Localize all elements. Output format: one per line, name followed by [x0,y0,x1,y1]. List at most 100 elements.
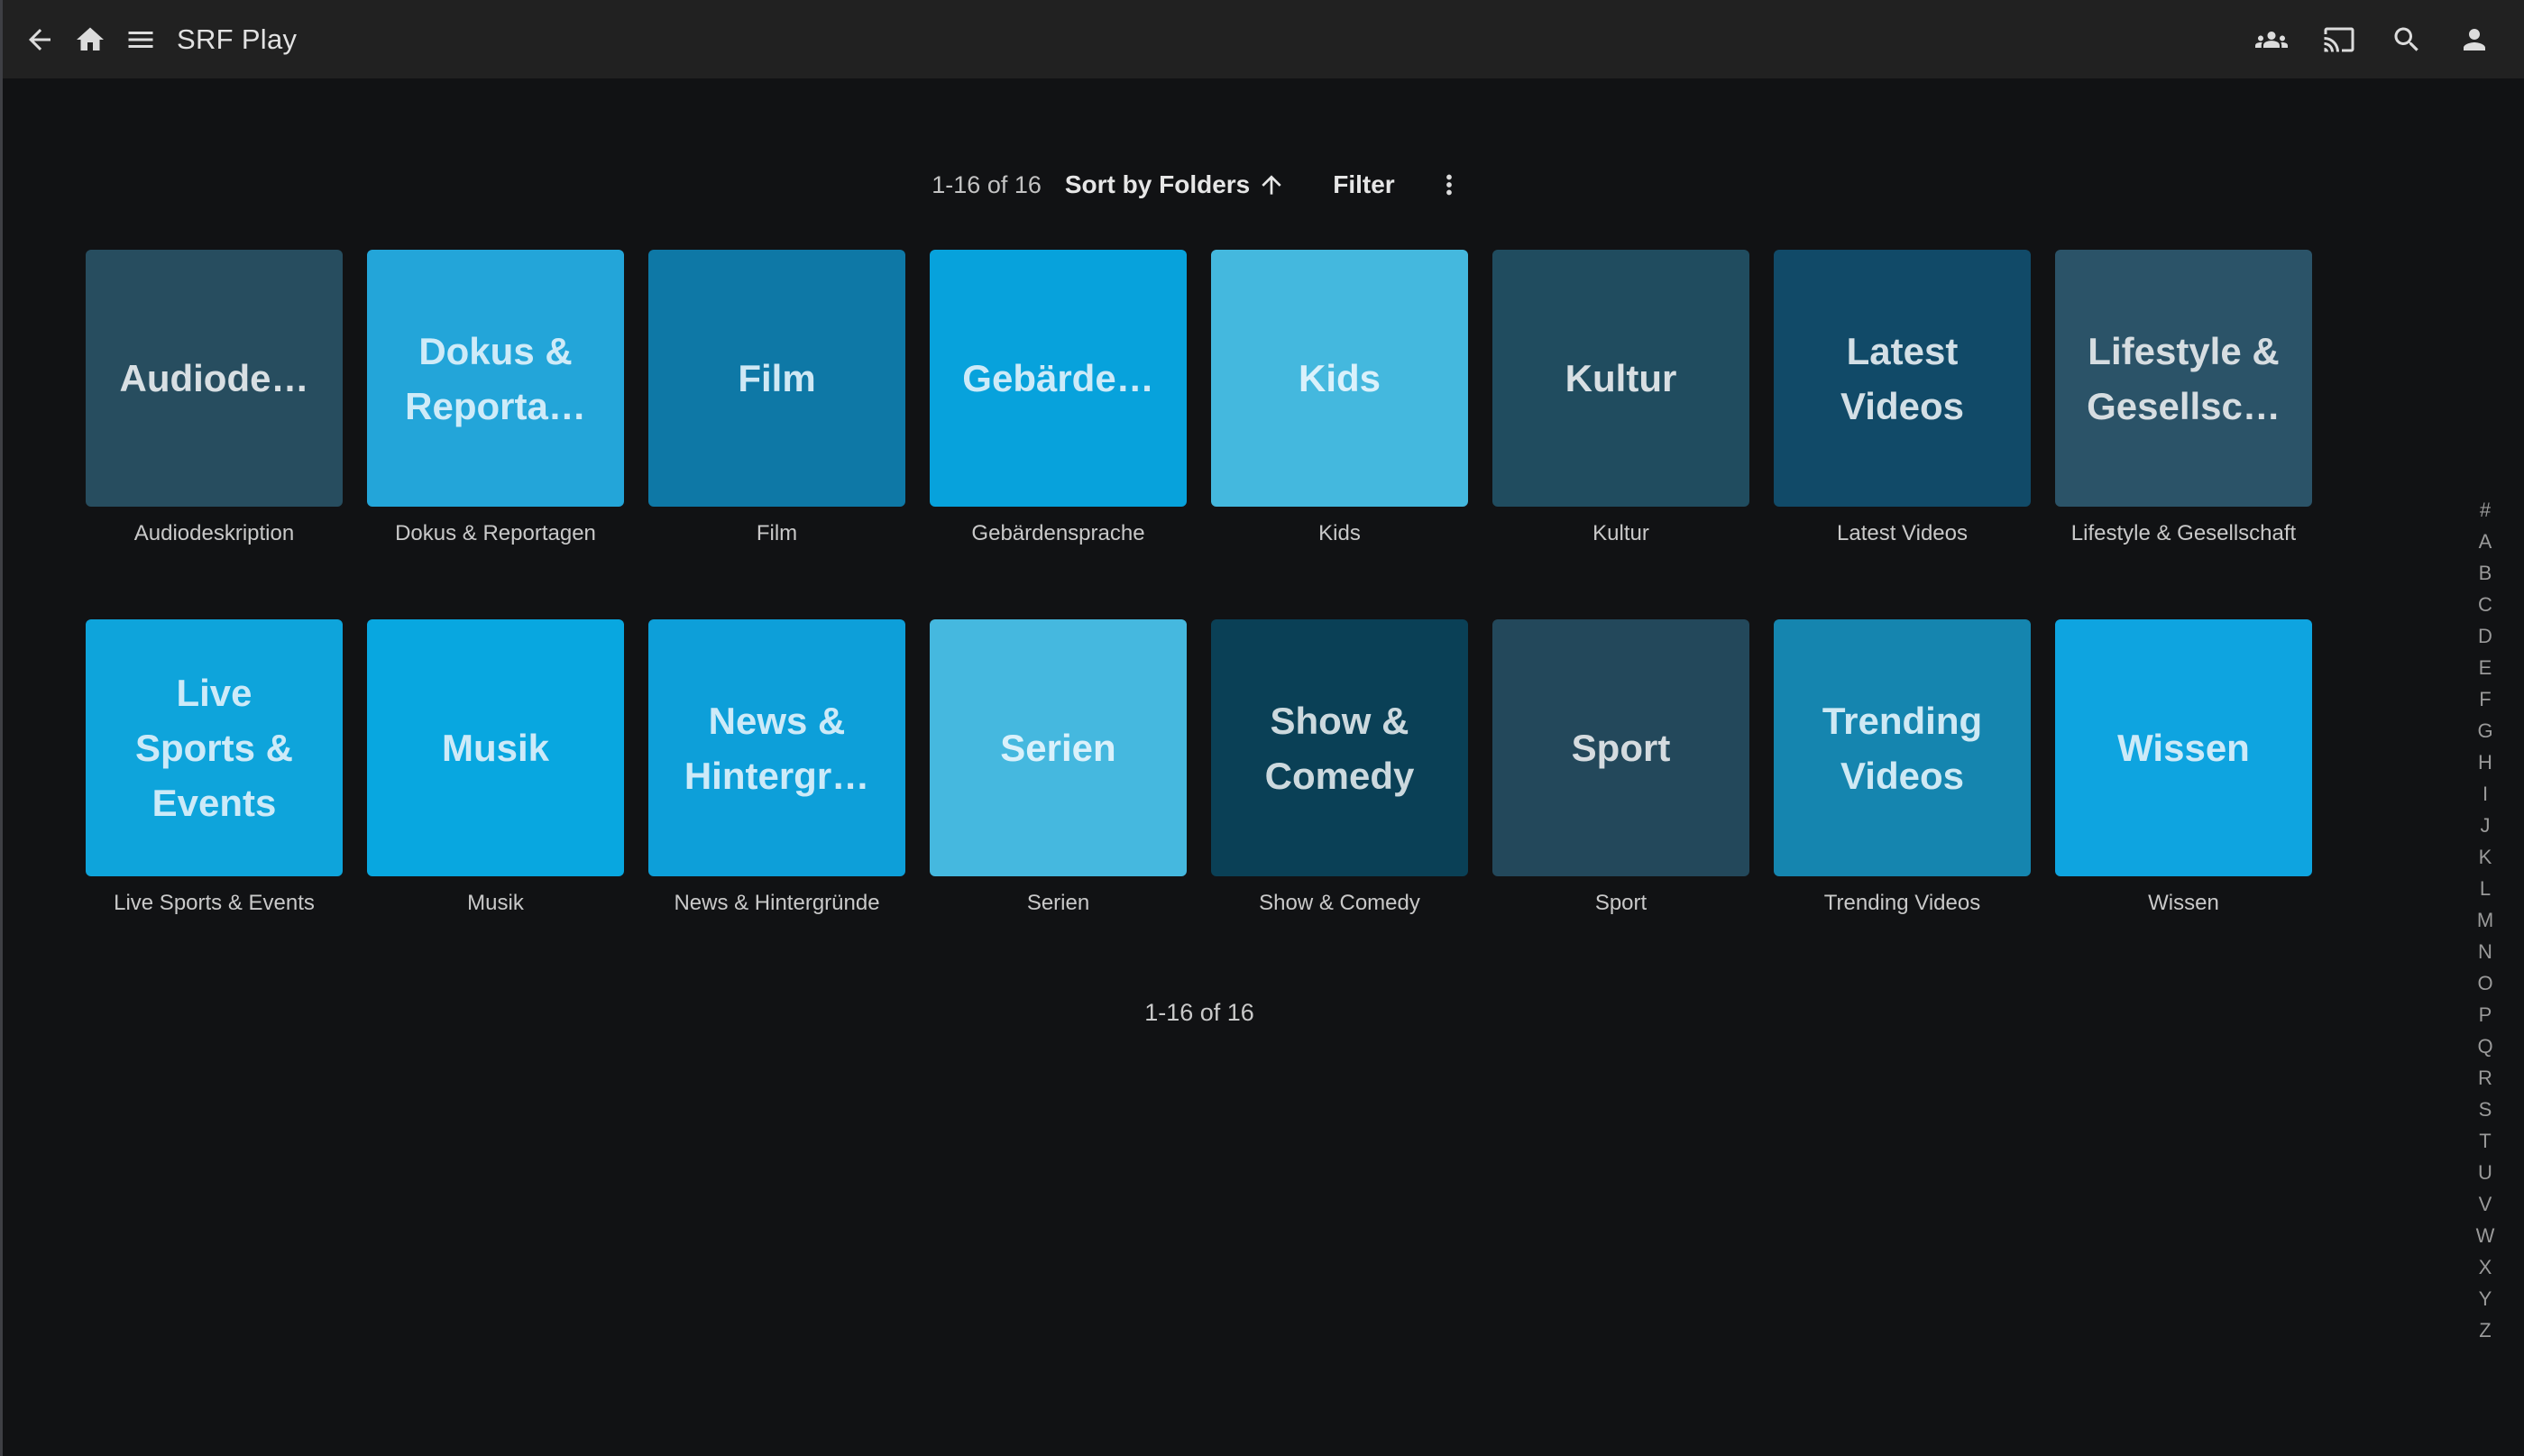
alpha-picker-letter-#[interactable]: # [2467,494,2503,526]
folder-tile-caption: Musik [367,891,624,916]
alpha-picker-letter-F[interactable]: F [2467,683,2503,715]
folder-tile-overlay-text: Dokus & Reporta… [398,324,593,434]
folder-tile-art: Film [648,250,905,507]
alpha-picker-letter-U[interactable]: U [2467,1157,2503,1188]
search-icon [2391,23,2423,56]
cast-button[interactable] [2323,23,2355,56]
folder-tile-sport[interactable]: Sport Sport [1492,619,1749,989]
folder-tile-musik[interactable]: Musik Musik [367,619,624,989]
folder-tile-art: News & Hintergr… [648,619,905,876]
folder-tile-art: Wissen [2055,619,2312,876]
folder-tile-gebärdensprache[interactable]: Gebärde… Gebärdensprache [930,250,1187,619]
home-button[interactable] [74,23,106,56]
folder-tile-art: Gebärde… [930,250,1187,507]
overflow-menu-button[interactable] [1431,167,1467,203]
user-button[interactable] [2458,23,2491,56]
folder-tile-overlay-text: Lifestyle & Gesellsc… [2079,324,2288,434]
folder-tile-serien[interactable]: Serien Serien [930,619,1187,989]
folder-tile-art: Latest Videos [1774,250,2031,507]
paging-count-bottom: 1-16 of 16 [0,999,2399,1027]
folder-tile-overlay-text: Trending Videos [1815,693,1989,803]
folder-tile-overlay-text: Wissen [2110,720,2257,775]
folder-tile-overlay-text: Audiode… [113,351,317,406]
folder-tile-overlay-text: Musik [435,720,556,775]
sort-button[interactable]: Sort by Folders [1065,170,1286,199]
folder-tile-overlay-text: Latest Videos [1833,324,1971,434]
paging-count: 1-16 of 16 [932,171,1042,199]
menu-button[interactable] [124,23,157,56]
folder-tile-caption: Live Sports & Events [86,891,343,916]
filter-button[interactable]: Filter [1333,170,1394,199]
folder-tile-caption: Trending Videos [1774,891,2031,916]
folder-tile-kultur[interactable]: Kultur Kultur [1492,250,1749,619]
folder-tile-latest-videos[interactable]: Latest Videos Latest Videos [1774,250,2031,619]
home-icon [74,23,106,56]
syncplay-button[interactable] [2255,23,2288,56]
user-icon [2458,23,2491,56]
library-grid: Audiode… Audiodeskription Dokus & Report… [86,250,2312,989]
folder-tile-wissen[interactable]: Wissen Wissen [2055,619,2312,989]
folder-tile-overlay-text: Show & Comedy [1258,693,1422,803]
folder-tile-caption: Lifestyle & Gesellschaft [2055,521,2312,546]
srf-play-library-screen: SRF Play 1-16 of 16 Sort by Folders Filt… [0,0,2524,1456]
alpha-picker-letter-R[interactable]: R [2467,1062,2503,1094]
app-bar: SRF Play [0,0,2524,78]
alpha-picker-letter-J[interactable]: J [2467,810,2503,841]
folder-tile-caption: Serien [930,891,1187,916]
folder-tile-lifestyle-gesellschaft[interactable]: Lifestyle & Gesellsc… Lifestyle & Gesell… [2055,250,2312,619]
page-title: SRF Play [177,23,297,56]
vertical-dots-icon [1434,169,1464,200]
folder-tile-art: Serien [930,619,1187,876]
alpha-picker: #ABCDEFGHIJKLMNOPQRSTUVWXYZ [2467,494,2503,1346]
folder-tile-art: Kultur [1492,250,1749,507]
alpha-picker-letter-X[interactable]: X [2467,1251,2503,1283]
folder-tile-overlay-text: News & Hintergr… [677,693,877,803]
alpha-picker-letter-Q[interactable]: Q [2467,1030,2503,1062]
alpha-picker-letter-I[interactable]: I [2467,778,2503,810]
alpha-picker-letter-Y[interactable]: Y [2467,1283,2503,1314]
folder-tile-film[interactable]: Film Film [648,250,905,619]
folder-tile-caption: Dokus & Reportagen [367,521,624,546]
alpha-picker-letter-O[interactable]: O [2467,967,2503,999]
alpha-picker-letter-L[interactable]: L [2467,873,2503,904]
folder-tile-art: Audiode… [86,250,343,507]
folder-tile-art: Dokus & Reporta… [367,250,624,507]
folder-tile-dokus-reportagen[interactable]: Dokus & Reporta… Dokus & Reportagen [367,250,624,619]
alpha-picker-letter-D[interactable]: D [2467,620,2503,652]
alpha-picker-letter-E[interactable]: E [2467,652,2503,683]
back-button[interactable] [23,23,56,56]
alpha-picker-letter-C[interactable]: C [2467,589,2503,620]
folder-tile-live-sports-events[interactable]: Live Sports & Events Live Sports & Event… [86,619,343,989]
folder-tile-news-hintergründe[interactable]: News & Hintergr… News & Hintergründe [648,619,905,989]
alpha-picker-letter-H[interactable]: H [2467,746,2503,778]
search-button[interactable] [2391,23,2423,56]
alpha-picker-letter-W[interactable]: W [2467,1220,2503,1251]
left-edge-scrollbar[interactable] [0,0,3,1456]
folder-tile-overlay-text: Gebärde… [955,351,1161,406]
alpha-picker-letter-S[interactable]: S [2467,1094,2503,1125]
folder-tile-caption: Kultur [1492,521,1749,546]
alpha-picker-letter-Z[interactable]: Z [2467,1314,2503,1346]
syncplay-group-icon [2255,23,2288,56]
folder-tile-caption: Show & Comedy [1211,891,1468,916]
alpha-picker-letter-B[interactable]: B [2467,557,2503,589]
alpha-picker-letter-M[interactable]: M [2467,904,2503,936]
alpha-picker-letter-P[interactable]: P [2467,999,2503,1030]
folder-tile-art: Live Sports & Events [86,619,343,876]
folder-tile-art: Sport [1492,619,1749,876]
alpha-picker-letter-K[interactable]: K [2467,841,2503,873]
folder-tile-art: Lifestyle & Gesellsc… [2055,250,2312,507]
alpha-picker-letter-V[interactable]: V [2467,1188,2503,1220]
folder-tile-audiodeskription[interactable]: Audiode… Audiodeskription [86,250,343,619]
folder-tile-overlay-text: Kids [1291,351,1388,406]
folder-tile-art: Musik [367,619,624,876]
folder-tile-show-comedy[interactable]: Show & Comedy Show & Comedy [1211,619,1468,989]
alpha-picker-letter-T[interactable]: T [2467,1125,2503,1157]
folder-tile-kids[interactable]: Kids Kids [1211,250,1468,619]
folder-tile-trending-videos[interactable]: Trending Videos Trending Videos [1774,619,2031,989]
folder-tile-art: Show & Comedy [1211,619,1468,876]
alpha-picker-letter-N[interactable]: N [2467,936,2503,967]
alpha-picker-letter-A[interactable]: A [2467,526,2503,557]
alpha-picker-letter-G[interactable]: G [2467,715,2503,746]
folder-tile-caption: News & Hintergründe [648,891,905,916]
